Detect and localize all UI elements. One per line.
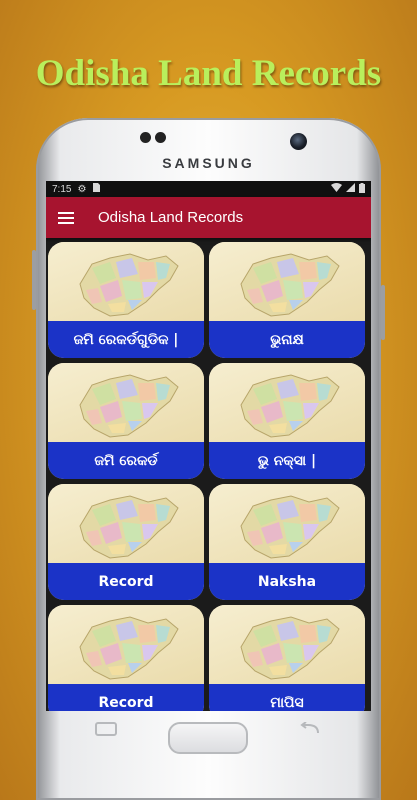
recent-apps-icon[interactable]	[95, 721, 117, 740]
signal-icon	[346, 183, 355, 195]
app-title: Odisha Land Records	[98, 209, 244, 226]
odisha-map-icon	[209, 242, 365, 324]
front-camera	[290, 133, 307, 150]
tile-land-records-odia[interactable]: ଜମି ରେକର୍ଡଗୁଡିକ |	[48, 242, 204, 358]
tile-bhu-naksha-odia[interactable]: ଭୁ ନକ୍ସା |	[209, 363, 365, 479]
wifi-icon	[331, 183, 342, 195]
tile-label: ମାପିସ	[209, 684, 365, 711]
tile-land-record-odia[interactable]: ଜମି ରେକର୍ଡ	[48, 363, 204, 479]
tile-record-2[interactable]: Record	[48, 605, 204, 711]
odisha-map-icon	[48, 484, 204, 566]
tile-label: Record	[48, 684, 204, 711]
tile-label: ଭୁ ନକ୍ସା |	[209, 442, 365, 479]
odisha-map-icon	[48, 605, 204, 687]
status-bar: 7:15 ⚙	[46, 181, 371, 197]
light-sensor	[155, 132, 166, 143]
sd-card-icon	[92, 183, 101, 195]
odisha-map-icon	[209, 363, 365, 445]
device-brand: SAMSUNG	[162, 155, 255, 171]
tile-label: ଜମି ରେକର୍ଡ	[48, 442, 204, 479]
battery-icon	[359, 182, 365, 196]
menu-icon[interactable]	[58, 211, 74, 224]
odisha-map-icon	[209, 484, 365, 566]
tile-record[interactable]: Record	[48, 484, 204, 600]
home-button[interactable]	[168, 722, 248, 754]
phone-power-button	[381, 285, 385, 340]
odisha-map-icon	[209, 605, 365, 687]
tile-naksha[interactable]: Naksha	[209, 484, 365, 600]
phone-screen: 7:15 ⚙ Odisha Land Records ଜମି ରେକର୍ଡଗୁଡ…	[46, 181, 371, 711]
back-icon[interactable]	[298, 721, 320, 740]
promo-title: Odisha Land Records	[35, 53, 382, 94]
tile-grid: ଜମି ରେକର୍ଡଗୁଡିକ | ଭୁନାକ୍ଷ ଜମି ରେକର୍ଡ ଭୁ …	[46, 238, 371, 711]
app-bar: Odisha Land Records	[46, 197, 371, 238]
tile-label: Naksha	[209, 563, 365, 600]
proximity-sensor	[140, 132, 151, 143]
tile-label: ଭୁନାକ୍ଷ	[209, 321, 365, 358]
tile-bhunaksha-odia[interactable]: ଭୁନାକ୍ଷ	[209, 242, 365, 358]
tile-mapisa-odia[interactable]: ମାପିସ	[209, 605, 365, 711]
settings-icon: ⚙	[77, 183, 87, 195]
tile-label: Record	[48, 563, 204, 600]
status-time: 7:15	[52, 183, 72, 195]
odisha-map-icon	[48, 363, 204, 445]
odisha-map-icon	[48, 242, 204, 324]
tile-label: ଜମି ରେକର୍ଡଗୁଡିକ |	[48, 321, 204, 358]
